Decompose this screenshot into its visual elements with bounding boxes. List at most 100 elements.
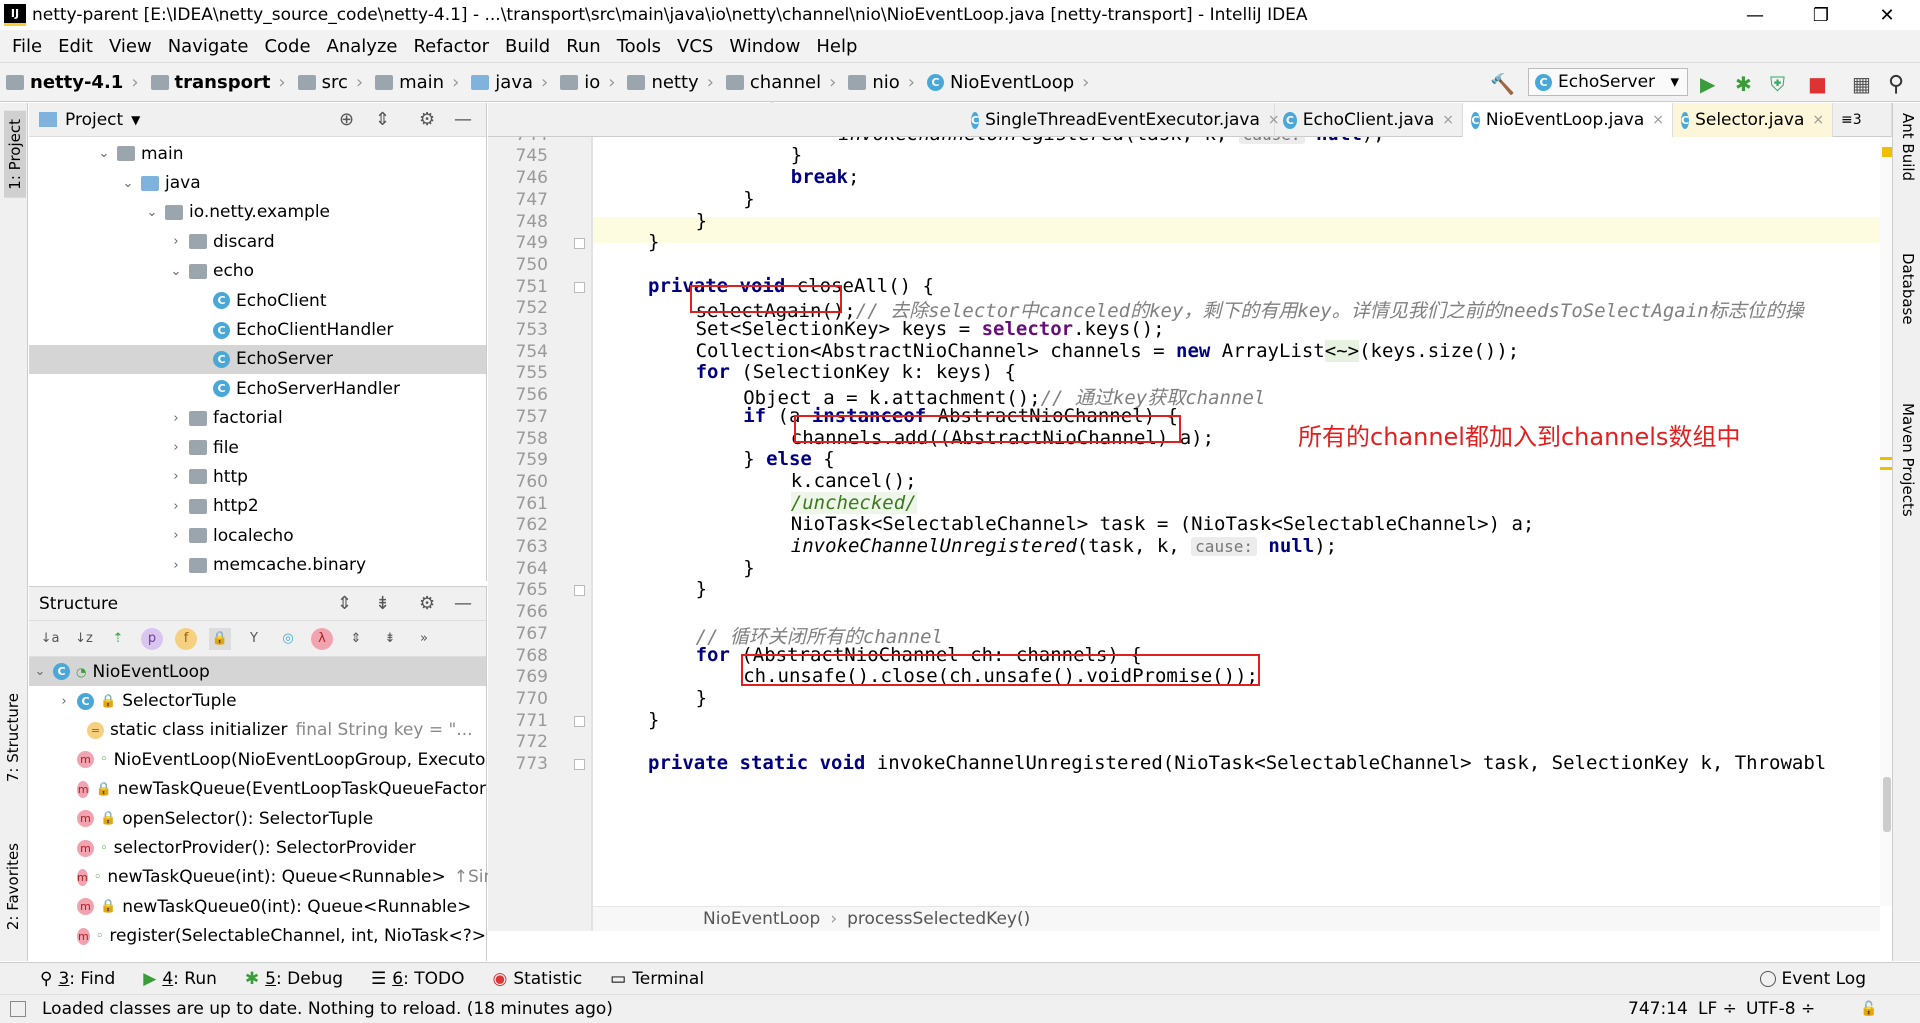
menu-analyze[interactable]: Analyze <box>319 36 406 57</box>
show-non-public-icon[interactable]: 🔒 <box>209 627 231 650</box>
run-button[interactable]: ▶ <box>1700 72 1722 96</box>
collapse-all-icon[interactable]: ⇕ <box>375 109 390 130</box>
breadcrumb-java[interactable]: java › <box>465 72 554 93</box>
tree-row-main[interactable]: ⌄ main <box>29 139 486 168</box>
tree-row-echoclienthandler[interactable]: C EchoClientHandler <box>29 315 486 344</box>
chevron-down-icon[interactable]: ▼ <box>131 113 140 127</box>
expand-icon[interactable]: ⇕ <box>345 628 367 650</box>
chevron-down-icon[interactable]: ⌄ <box>169 264 183 279</box>
breadcrumb-netty-4.1[interactable]: netty-4.1 › <box>0 72 145 93</box>
maximize-button[interactable]: ❐ <box>1788 0 1854 30</box>
sort-type-icon[interactable]: ↓z <box>73 628 95 650</box>
tree-row-echo[interactable]: ⌄ echo <box>29 257 486 286</box>
menu-navigate[interactable]: Navigate <box>160 36 257 57</box>
debug-tool-button[interactable]: ✱ 5: Debug <box>245 969 343 989</box>
scrollbar-thumb[interactable] <box>1883 777 1891 832</box>
autoscroll-icon[interactable]: ◎ <box>277 628 299 650</box>
chevron-right-icon[interactable]: › <box>169 469 183 484</box>
run-tool-button[interactable]: ▶ 4: Run <box>143 969 217 989</box>
breadcrumb-src[interactable]: src › <box>292 72 369 93</box>
close-tab-icon[interactable]: × <box>1442 112 1454 128</box>
expand-all-icon[interactable]: ⇕ <box>337 593 352 614</box>
breadcrumb-io[interactable]: io › <box>554 72 621 93</box>
minimize-button[interactable]: — <box>1722 0 1788 30</box>
lock-icon[interactable]: 🔓 <box>1860 1001 1877 1017</box>
breadcrumb-channel[interactable]: channel › <box>720 72 842 93</box>
chevron-down-icon[interactable]: ⌄ <box>97 146 111 161</box>
structure-member-row[interactable]: m 🔒 newTaskQueue0(int): Queue<Runnable> <box>29 892 486 921</box>
editor-scrollbar[interactable] <box>1880 137 1892 906</box>
editor-breadcrumb-method[interactable]: processSelectedKey() <box>847 909 1030 929</box>
project-tool-tab[interactable]: 1: Project <box>4 111 26 198</box>
caret-position[interactable]: 747:14 <box>1628 999 1688 1019</box>
tree-row-http2[interactable]: › http2 <box>29 492 486 521</box>
fold-marker-icon[interactable] <box>574 281 585 293</box>
structure-row-selectortuple[interactable]: › C 🔒 SelectorTuple <box>29 686 486 715</box>
structure-tool-tab[interactable]: 7: Structure <box>4 693 22 782</box>
collapse-icon[interactable]: ⇟ <box>379 628 401 650</box>
coverage-button[interactable]: ⛨ <box>1770 72 1792 96</box>
tree-row-io-netty-example[interactable]: ⌄ io.netty.example <box>29 198 486 227</box>
show-fields-icon[interactable]: f <box>175 627 197 650</box>
todo-tool-button[interactable]: ☰ 6: TODO <box>371 969 464 989</box>
breadcrumb-transport[interactable]: transport › <box>145 72 292 93</box>
build-hammer-icon[interactable]: 🔨 <box>1490 72 1515 96</box>
favorites-tool-tab[interactable]: 2: Favorites <box>4 843 22 930</box>
close-tab-icon[interactable]: × <box>1812 112 1824 128</box>
ant-build-tool-tab[interactable]: Ant Build <box>1899 113 1917 181</box>
menu-view[interactable]: View <box>101 36 160 57</box>
chevron-right-icon[interactable]: › <box>169 528 183 543</box>
editor-breadcrumb-class[interactable]: NioEventLoop <box>703 909 820 929</box>
tab-singlethreadeventexecutor[interactable]: C SingleThreadEventExecutor.java × <box>963 103 1280 137</box>
statistic-tool-button[interactable]: ◉ Statistic <box>492 969 582 989</box>
chevron-right-icon[interactable]: › <box>169 558 183 573</box>
structure-member-row[interactable]: m ◦ selectorProvider(): SelectorProvider <box>29 833 486 862</box>
menu-vcs[interactable]: VCS <box>669 36 721 57</box>
show-inherited-icon[interactable]: ⇡ <box>107 628 129 650</box>
terminal-tool-button[interactable]: ▭ Terminal <box>610 969 704 989</box>
lambda-icon[interactable]: λ <box>311 627 333 650</box>
breadcrumb-main[interactable]: main › <box>369 72 465 93</box>
chevron-right-icon[interactable]: › <box>169 234 183 249</box>
menu-run[interactable]: Run <box>558 36 609 57</box>
menu-tools[interactable]: Tools <box>609 36 669 57</box>
hide-icon[interactable]: — <box>454 109 472 130</box>
breadcrumb-netty[interactable]: netty › <box>621 72 719 93</box>
close-window-button[interactable]: ✕ <box>1854 0 1920 30</box>
tree-row-http[interactable]: › http <box>29 462 486 491</box>
tab-echoclient[interactable]: C EchoClient.java × <box>1275 103 1463 137</box>
chevron-right-icon[interactable]: › <box>169 411 183 426</box>
structure-member-row[interactable]: m ◦ register(SelectableChannel, int, NioTa… <box>29 922 486 951</box>
tab-selector[interactable]: C Selector.java × <box>1673 103 1833 137</box>
fold-marker-icon[interactable] <box>574 759 585 770</box>
database-tool-tab[interactable]: Database <box>1899 253 1917 325</box>
tree-row-file[interactable]: › file <box>29 433 486 462</box>
locate-icon[interactable]: ⊕ <box>339 109 354 130</box>
structure-member-row[interactable]: m ◦ newTaskQueue(int): Queue<Runnable> ↑Sin <box>29 863 494 892</box>
tree-row-factorial[interactable]: › factorial <box>29 404 486 433</box>
breadcrumb-nio[interactable]: nio › <box>842 72 921 93</box>
fold-marker-icon[interactable] <box>574 585 585 597</box>
project-panel-title[interactable]: Project <box>65 110 123 130</box>
show-properties-icon[interactable]: p <box>141 627 163 650</box>
structure-member-row[interactable]: m 🔒 newTaskQueue(EventLoopTaskQueueFactor <box>29 775 486 804</box>
tree-row-java[interactable]: ⌄ java <box>29 168 486 197</box>
search-everywhere-icon[interactable]: ⚲ <box>1888 72 1910 97</box>
menu-refactor[interactable]: Refactor <box>405 36 497 57</box>
sort-alpha-icon[interactable]: ↓a <box>39 628 61 650</box>
chevron-down-icon[interactable]: ⌄ <box>33 664 47 679</box>
structure-member-row[interactable]: m 🔒 openSelector(): SelectorTuple <box>29 804 486 833</box>
project-structure-button[interactable]: ▦ <box>1852 72 1874 96</box>
warning-marker[interactable] <box>1882 147 1892 157</box>
menu-build[interactable]: Build <box>497 36 558 57</box>
tree-row-echoclient[interactable]: C EchoClient <box>29 286 486 315</box>
chevron-right-icon[interactable]: › <box>57 694 71 709</box>
collapse-all-icon[interactable]: ⇟ <box>375 593 390 614</box>
structure-row-initializer[interactable]: = static class initializer final String … <box>29 716 486 745</box>
line-separator[interactable]: LF ÷ <box>1698 999 1737 1019</box>
menu-edit[interactable]: Edit <box>50 36 101 57</box>
hide-icon[interactable]: — <box>454 593 472 614</box>
menu-window[interactable]: Window <box>721 36 808 57</box>
tree-row-echoserverhandler[interactable]: C EchoServerHandler <box>29 374 486 403</box>
stop-button[interactable]: ■ <box>1808 72 1830 96</box>
